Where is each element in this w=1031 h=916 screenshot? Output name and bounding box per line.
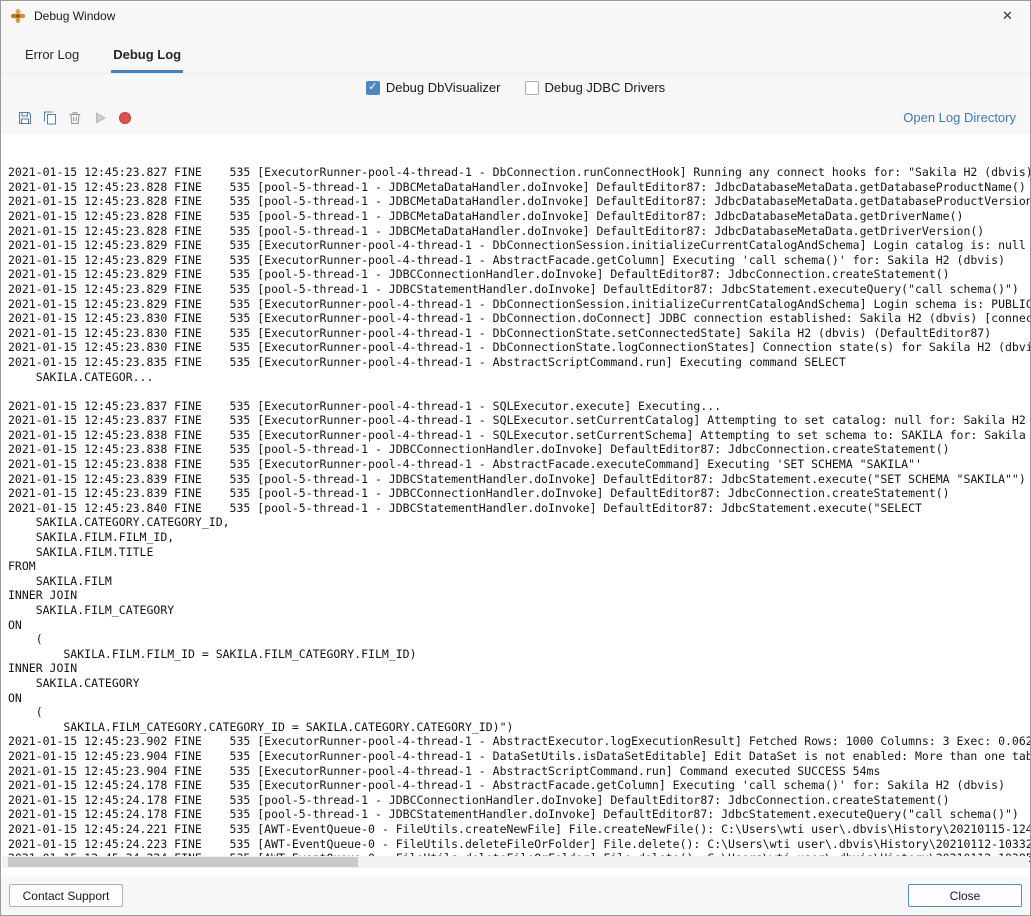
log-line: 2021-01-15 12:45:24.178 FINE 535 [pool-5…: [8, 793, 1030, 808]
log-line: 2021-01-15 12:45:23.838 FINE 535 [Execut…: [8, 428, 1030, 443]
log-line: SAKILA.FILM_CATEGORY.CATEGORY_ID = SAKIL…: [8, 720, 1030, 735]
checkbox-checked-icon: ✓: [366, 81, 380, 95]
dbvisualizer-app-icon: [10, 8, 26, 24]
log-line: 2021-01-15 12:45:23.829 FINE 535 [Execut…: [8, 238, 1030, 253]
log-line: [8, 384, 1030, 399]
log-line: 2021-01-15 12:45:23.830 FINE 535 [Execut…: [8, 311, 1030, 326]
log-line: 2021-01-15 12:45:23.830 FINE 535 [Execut…: [8, 326, 1030, 341]
debug-options-row: ✓ Debug DbVisualizer Debug JDBC Drivers: [1, 74, 1030, 101]
log-line: SAKILA.FILM.TITLE: [8, 545, 1030, 560]
scrollbar-thumb[interactable]: [8, 857, 358, 867]
log-line: 2021-01-15 12:45:23.828 FINE 535 [pool-5…: [8, 194, 1030, 209]
record-icon: [117, 110, 133, 126]
log-line: (: [8, 705, 1030, 720]
stop-debug-button[interactable]: [112, 106, 137, 130]
log-toolbar: Open Log Directory: [1, 101, 1030, 134]
log-line: SAKILA.FILM: [8, 574, 1030, 589]
log-line: (: [8, 632, 1030, 647]
log-lines: 2021-01-15 12:45:23.827 FINE 535 [Execut…: [8, 165, 1030, 866]
horizontal-scrollbar[interactable]: [2, 856, 1029, 868]
open-log-directory-link[interactable]: Open Log Directory: [903, 110, 1016, 125]
log-line: SAKILA.FILM_CATEGORY: [8, 603, 1030, 618]
log-line: 2021-01-15 12:45:23.835 FINE 535 [Execut…: [8, 355, 1030, 370]
save-icon: [17, 110, 33, 126]
log-line: SAKILA.CATEGORY.CATEGORY_ID,: [8, 515, 1030, 530]
trash-icon: [67, 110, 83, 126]
log-line: 2021-01-15 12:45:24.178 FINE 535 [Execut…: [8, 778, 1030, 793]
log-line: SAKILA.CATEGOR...: [8, 370, 1030, 385]
log-line: 2021-01-15 12:45:23.904 FINE 535 [Execut…: [8, 764, 1030, 779]
log-line: INNER JOIN: [8, 588, 1030, 603]
window-close-button[interactable]: ✕: [985, 1, 1030, 31]
play-icon: [92, 110, 108, 126]
log-line: 2021-01-15 12:45:23.830 FINE 535 [Execut…: [8, 340, 1030, 355]
log-line: 2021-01-15 12:45:23.904 FINE 535 [Execut…: [8, 749, 1030, 764]
contact-support-button[interactable]: Contact Support: [9, 884, 123, 907]
log-line: 2021-01-15 12:45:23.828 FINE 535 [pool-5…: [8, 224, 1030, 239]
window-title: Debug Window: [34, 9, 115, 23]
log-line: ON: [8, 691, 1030, 706]
tab-error-log[interactable]: Error Log: [23, 43, 81, 73]
tab-strip: Error Log Debug Log: [1, 31, 1030, 74]
tab-debug-log[interactable]: Debug Log: [111, 43, 183, 73]
close-button[interactable]: Close: [908, 884, 1022, 907]
copy-icon: [42, 110, 58, 126]
log-line: 2021-01-15 12:45:23.839 FINE 535 [pool-5…: [8, 486, 1030, 501]
log-line: SAKILA.FILM.FILM_ID,: [8, 530, 1030, 545]
debug-dbvisualizer-label: Debug DbVisualizer: [386, 80, 501, 95]
log-line: 2021-01-15 12:45:23.827 FINE 535 [Execut…: [8, 165, 1030, 180]
log-line: SAKILA.FILM.FILM_ID = SAKILA.FILM_CATEGO…: [8, 647, 1030, 662]
clear-log-button[interactable]: [62, 106, 87, 130]
start-debug-button[interactable]: [87, 106, 112, 130]
copy-log-button[interactable]: [37, 106, 62, 130]
log-line: 2021-01-15 12:45:23.829 FINE 535 [Execut…: [8, 253, 1030, 268]
debug-jdbc-drivers-label: Debug JDBC Drivers: [545, 80, 666, 95]
log-line: 2021-01-15 12:45:23.839 FINE 535 [pool-5…: [8, 472, 1030, 487]
log-line: 2021-01-15 12:45:23.828 FINE 535 [pool-5…: [8, 180, 1030, 195]
log-line: 2021-01-15 12:45:24.178 FINE 535 [pool-5…: [8, 807, 1030, 822]
log-line: INNER JOIN: [8, 661, 1030, 676]
log-line: 2021-01-15 12:45:23.902 FINE 535 [Execut…: [8, 734, 1030, 749]
save-log-button[interactable]: [12, 106, 37, 130]
debug-jdbc-drivers-checkbox[interactable]: Debug JDBC Drivers: [525, 80, 666, 95]
log-line: 2021-01-15 12:45:23.828 FINE 535 [pool-5…: [8, 209, 1030, 224]
log-line: ON: [8, 618, 1030, 633]
log-line: FROM: [8, 559, 1030, 574]
log-line: 2021-01-15 12:45:24.221 FINE 535 [AWT-Ev…: [8, 822, 1030, 837]
log-line: 2021-01-15 12:45:23.837 FINE 535 [Execut…: [8, 399, 1030, 414]
titlebar: Debug Window ✕: [1, 1, 1030, 31]
debug-log-output[interactable]: 2021-01-15 12:45:23.827 FINE 535 [Execut…: [1, 134, 1030, 876]
debug-dbvisualizer-checkbox[interactable]: ✓ Debug DbVisualizer: [366, 80, 501, 95]
checkbox-unchecked-icon: [525, 81, 539, 95]
log-line: 2021-01-15 12:45:23.837 FINE 535 [Execut…: [8, 413, 1030, 428]
log-line: 2021-01-15 12:45:23.838 FINE 535 [pool-5…: [8, 442, 1030, 457]
log-line: 2021-01-15 12:45:23.840 FINE 535 [pool-5…: [8, 501, 1030, 516]
close-icon: ✕: [1002, 8, 1013, 24]
debug-window: Debug Window ✕ Error Log Debug Log ✓ Deb…: [0, 0, 1031, 916]
log-line: 2021-01-15 12:45:23.838 FINE 535 [Execut…: [8, 457, 1030, 472]
log-line: SAKILA.CATEGORY: [8, 676, 1030, 691]
log-line: 2021-01-15 12:45:23.829 FINE 535 [pool-5…: [8, 267, 1030, 282]
log-line: 2021-01-15 12:45:24.223 FINE 535 [AWT-Ev…: [8, 837, 1030, 852]
footer: Contact Support Close: [1, 876, 1030, 915]
log-line: 2021-01-15 12:45:23.829 FINE 535 [Execut…: [8, 297, 1030, 312]
log-line: 2021-01-15 12:45:23.829 FINE 535 [pool-5…: [8, 282, 1030, 297]
